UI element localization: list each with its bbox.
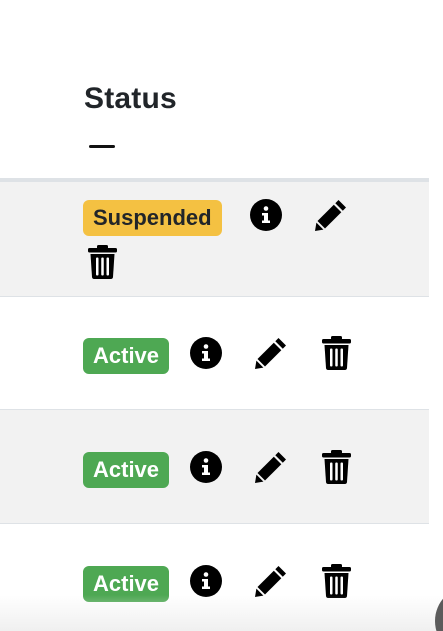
sort-indicator-icon[interactable] (89, 145, 115, 148)
info-icon[interactable] (190, 451, 222, 483)
delete-icon[interactable] (88, 245, 117, 279)
table-row: Active (0, 524, 429, 631)
table-row: Suspended (0, 182, 429, 297)
status-column-header[interactable]: Status (84, 82, 177, 116)
delete-icon[interactable] (322, 450, 351, 484)
status-badge: Active (83, 452, 170, 488)
table-row: Active (0, 410, 429, 524)
delete-icon[interactable] (322, 336, 351, 370)
status-badge: Suspended (83, 200, 222, 236)
floating-action-button[interactable] (435, 586, 443, 631)
edit-icon[interactable] (314, 198, 348, 232)
info-icon[interactable] (190, 565, 222, 597)
page: Status Suspended Active Active Active (0, 0, 443, 631)
table-row: Active (0, 297, 429, 410)
info-icon[interactable] (250, 199, 282, 231)
edit-icon[interactable] (254, 564, 288, 598)
edit-icon[interactable] (254, 450, 288, 484)
status-badge: Active (83, 566, 170, 602)
table-header: Status (0, 0, 429, 182)
edit-icon[interactable] (254, 336, 288, 370)
delete-icon[interactable] (322, 564, 351, 598)
status-badge: Active (83, 338, 170, 374)
users-table: Status Suspended Active Active Active (0, 0, 429, 631)
info-icon[interactable] (190, 337, 222, 369)
